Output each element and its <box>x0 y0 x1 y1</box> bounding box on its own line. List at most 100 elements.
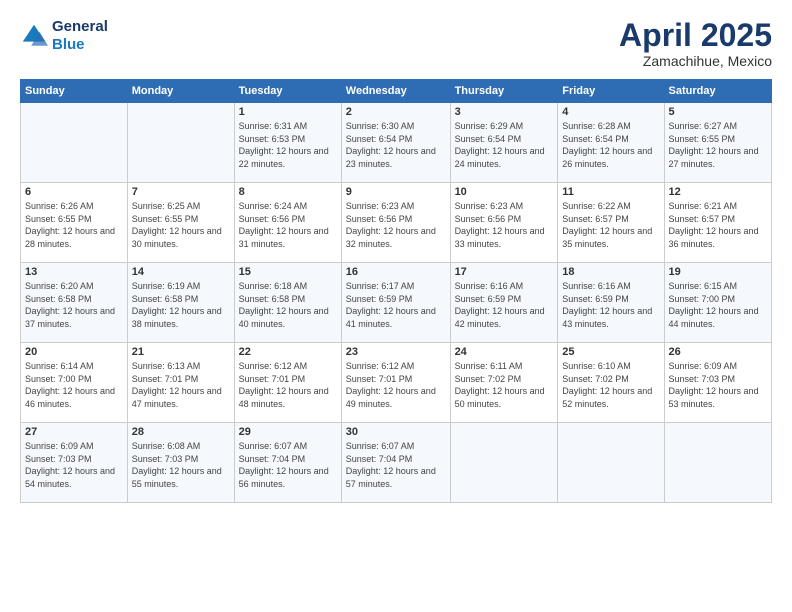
table-cell: 22 Sunrise: 6:12 AM Sunset: 7:01 PM Dayl… <box>234 343 341 423</box>
day-info: Sunrise: 6:11 AM Sunset: 7:02 PM Dayligh… <box>455 360 554 410</box>
day-info: Sunrise: 6:23 AM Sunset: 6:56 PM Dayligh… <box>455 200 554 250</box>
logo-icon <box>20 22 48 50</box>
sunrise-text: Sunrise: 6:10 AM <box>562 361 631 371</box>
day-number: 26 <box>669 346 767 358</box>
day-info: Sunrise: 6:17 AM Sunset: 6:59 PM Dayligh… <box>346 280 446 330</box>
sunrise-text: Sunrise: 6:12 AM <box>346 361 415 371</box>
table-cell: 5 Sunrise: 6:27 AM Sunset: 6:55 PM Dayli… <box>664 103 771 183</box>
daylight-text: Daylight: 12 hours and 27 minutes. <box>669 146 759 169</box>
day-info: Sunrise: 6:21 AM Sunset: 6:57 PM Dayligh… <box>669 200 767 250</box>
sunrise-text: Sunrise: 6:21 AM <box>669 201 738 211</box>
sunset-text: Sunset: 7:02 PM <box>562 374 629 384</box>
daylight-text: Daylight: 12 hours and 22 minutes. <box>239 146 329 169</box>
logo-line2: Blue <box>52 36 85 53</box>
daylight-text: Daylight: 12 hours and 54 minutes. <box>25 466 115 489</box>
day-number: 3 <box>455 106 554 118</box>
week-row-4: 20 Sunrise: 6:14 AM Sunset: 7:00 PM Dayl… <box>21 343 772 423</box>
sunset-text: Sunset: 7:01 PM <box>132 374 199 384</box>
table-cell: 27 Sunrise: 6:09 AM Sunset: 7:03 PM Dayl… <box>21 423 128 503</box>
day-number: 10 <box>455 186 554 198</box>
sunrise-text: Sunrise: 6:09 AM <box>25 441 94 451</box>
sunset-text: Sunset: 6:57 PM <box>669 214 736 224</box>
sunrise-text: Sunrise: 6:13 AM <box>132 361 201 371</box>
day-number: 16 <box>346 266 446 278</box>
header-thursday: Thursday <box>450 80 558 103</box>
sunset-text: Sunset: 6:58 PM <box>25 294 92 304</box>
sunrise-text: Sunrise: 6:07 AM <box>239 441 308 451</box>
sunset-text: Sunset: 7:00 PM <box>25 374 92 384</box>
week-row-5: 27 Sunrise: 6:09 AM Sunset: 7:03 PM Dayl… <box>21 423 772 503</box>
sunset-text: Sunset: 7:03 PM <box>132 454 199 464</box>
daylight-text: Daylight: 12 hours and 42 minutes. <box>455 306 545 329</box>
day-info: Sunrise: 6:09 AM Sunset: 7:03 PM Dayligh… <box>669 360 767 410</box>
daylight-text: Daylight: 12 hours and 46 minutes. <box>25 386 115 409</box>
sunset-text: Sunset: 7:04 PM <box>239 454 306 464</box>
day-number: 27 <box>25 426 123 438</box>
table-cell: 8 Sunrise: 6:24 AM Sunset: 6:56 PM Dayli… <box>234 183 341 263</box>
sunrise-text: Sunrise: 6:11 AM <box>455 361 523 371</box>
title-area: April 2025 Zamachihue, Mexico <box>619 18 772 69</box>
table-cell: 17 Sunrise: 6:16 AM Sunset: 6:59 PM Dayl… <box>450 263 558 343</box>
sunrise-text: Sunrise: 6:27 AM <box>669 121 738 131</box>
day-number: 2 <box>346 106 446 118</box>
sunrise-text: Sunrise: 6:15 AM <box>669 281 738 291</box>
day-info: Sunrise: 6:30 AM Sunset: 6:54 PM Dayligh… <box>346 120 446 170</box>
day-number: 21 <box>132 346 230 358</box>
table-cell: 11 Sunrise: 6:22 AM Sunset: 6:57 PM Dayl… <box>558 183 664 263</box>
daylight-text: Daylight: 12 hours and 37 minutes. <box>25 306 115 329</box>
day-number: 11 <box>562 186 659 198</box>
sunset-text: Sunset: 6:55 PM <box>25 214 92 224</box>
sunset-text: Sunset: 7:04 PM <box>346 454 413 464</box>
day-info: Sunrise: 6:25 AM Sunset: 6:55 PM Dayligh… <box>132 200 230 250</box>
daylight-text: Daylight: 12 hours and 36 minutes. <box>669 226 759 249</box>
sunset-text: Sunset: 6:55 PM <box>669 134 736 144</box>
day-number: 25 <box>562 346 659 358</box>
day-info: Sunrise: 6:07 AM Sunset: 7:04 PM Dayligh… <box>346 440 446 490</box>
day-info: Sunrise: 6:13 AM Sunset: 7:01 PM Dayligh… <box>132 360 230 410</box>
sunset-text: Sunset: 6:58 PM <box>132 294 199 304</box>
table-cell: 10 Sunrise: 6:23 AM Sunset: 6:56 PM Dayl… <box>450 183 558 263</box>
table-cell: 18 Sunrise: 6:16 AM Sunset: 6:59 PM Dayl… <box>558 263 664 343</box>
day-info: Sunrise: 6:10 AM Sunset: 7:02 PM Dayligh… <box>562 360 659 410</box>
sunset-text: Sunset: 6:59 PM <box>346 294 413 304</box>
logo: General Blue <box>20 18 108 54</box>
sunrise-text: Sunrise: 6:16 AM <box>455 281 524 291</box>
day-info: Sunrise: 6:12 AM Sunset: 7:01 PM Dayligh… <box>346 360 446 410</box>
table-cell: 7 Sunrise: 6:25 AM Sunset: 6:55 PM Dayli… <box>127 183 234 263</box>
table-cell: 14 Sunrise: 6:19 AM Sunset: 6:58 PM Dayl… <box>127 263 234 343</box>
table-cell: 30 Sunrise: 6:07 AM Sunset: 7:04 PM Dayl… <box>341 423 450 503</box>
table-cell: 6 Sunrise: 6:26 AM Sunset: 6:55 PM Dayli… <box>21 183 128 263</box>
day-number: 4 <box>562 106 659 118</box>
day-info: Sunrise: 6:07 AM Sunset: 7:04 PM Dayligh… <box>239 440 337 490</box>
day-number: 7 <box>132 186 230 198</box>
sunset-text: Sunset: 6:53 PM <box>239 134 306 144</box>
header-monday: Monday <box>127 80 234 103</box>
day-info: Sunrise: 6:14 AM Sunset: 7:00 PM Dayligh… <box>25 360 123 410</box>
daylight-text: Daylight: 12 hours and 33 minutes. <box>455 226 545 249</box>
daylight-text: Daylight: 12 hours and 56 minutes. <box>239 466 329 489</box>
day-number: 24 <box>455 346 554 358</box>
week-row-2: 6 Sunrise: 6:26 AM Sunset: 6:55 PM Dayli… <box>21 183 772 263</box>
daylight-text: Daylight: 12 hours and 31 minutes. <box>239 226 329 249</box>
day-info: Sunrise: 6:12 AM Sunset: 7:01 PM Dayligh… <box>239 360 337 410</box>
table-cell: 4 Sunrise: 6:28 AM Sunset: 6:54 PM Dayli… <box>558 103 664 183</box>
table-cell: 13 Sunrise: 6:20 AM Sunset: 6:58 PM Dayl… <box>21 263 128 343</box>
day-info: Sunrise: 6:16 AM Sunset: 6:59 PM Dayligh… <box>455 280 554 330</box>
daylight-text: Daylight: 12 hours and 28 minutes. <box>25 226 115 249</box>
daylight-text: Daylight: 12 hours and 38 minutes. <box>132 306 222 329</box>
page: General Blue April 2025 Zamachihue, Mexi… <box>0 0 792 612</box>
daylight-text: Daylight: 12 hours and 40 minutes. <box>239 306 329 329</box>
sunrise-text: Sunrise: 6:07 AM <box>346 441 415 451</box>
day-number: 19 <box>669 266 767 278</box>
sunrise-text: Sunrise: 6:14 AM <box>25 361 94 371</box>
sunrise-text: Sunrise: 6:30 AM <box>346 121 415 131</box>
sunrise-text: Sunrise: 6:23 AM <box>346 201 415 211</box>
sunrise-text: Sunrise: 6:26 AM <box>25 201 94 211</box>
table-cell: 26 Sunrise: 6:09 AM Sunset: 7:03 PM Dayl… <box>664 343 771 423</box>
table-cell: 24 Sunrise: 6:11 AM Sunset: 7:02 PM Dayl… <box>450 343 558 423</box>
table-cell <box>664 423 771 503</box>
sunrise-text: Sunrise: 6:24 AM <box>239 201 308 211</box>
day-info: Sunrise: 6:08 AM Sunset: 7:03 PM Dayligh… <box>132 440 230 490</box>
sunrise-text: Sunrise: 6:23 AM <box>455 201 524 211</box>
day-info: Sunrise: 6:27 AM Sunset: 6:55 PM Dayligh… <box>669 120 767 170</box>
